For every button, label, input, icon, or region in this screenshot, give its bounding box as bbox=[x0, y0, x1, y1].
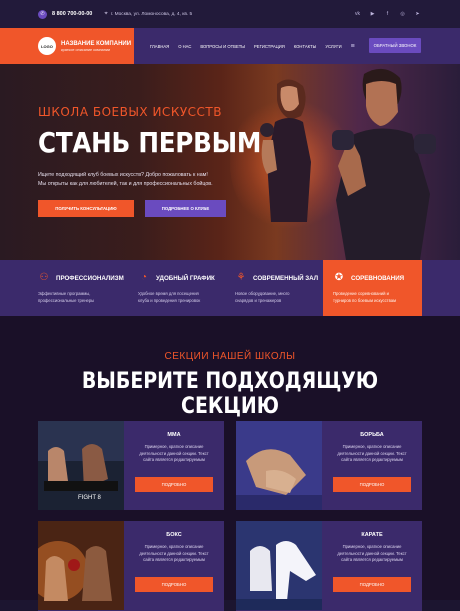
feature-description: Проведение соревнований и турниров по бое… bbox=[333, 291, 396, 303]
address: г. Москва, ул. Ломоносова, д. 4, кв. 5 bbox=[110, 11, 193, 17]
wrestling-photo bbox=[236, 421, 322, 510]
feature-gym: ⚘ СОВРЕМЕННЫЙ ЗАЛ Новое оборудование, мн… bbox=[235, 260, 331, 316]
youtube-icon[interactable]: ▶ bbox=[368, 10, 377, 19]
sections-title: ВЫБЕРИТЕ ПОДХОДЯЩУЮ СЕКЦИЮ bbox=[81, 369, 379, 419]
section-card-title: БОКС bbox=[166, 532, 182, 538]
section-card-boxing: БОКС Примерное, краткое описание деятельн… bbox=[38, 521, 224, 611]
top-bar: ✆ 8 800 700-00-00 ⌖ г. Москва, ул. Ломон… bbox=[0, 0, 460, 28]
phone-number[interactable]: 8 800 700-00-00 bbox=[52, 11, 92, 17]
location-pin-icon: ⌖ bbox=[104, 10, 108, 17]
section-card-description: Примерное, краткое описание деятельности … bbox=[337, 544, 407, 562]
menu-item-services[interactable]: УСЛУГИ bbox=[325, 44, 341, 49]
hero-title: СТАНЬ ПЕРВЫМ bbox=[38, 126, 262, 159]
section-card-more-button[interactable]: ПОДРОБНО bbox=[135, 477, 213, 492]
mma-photo-text: FIGHT 8 bbox=[78, 495, 102, 501]
callback-button[interactable]: ОБРАТНЫЙ ЗВОНОК bbox=[369, 38, 421, 53]
trainer-icon: ⚇ bbox=[39, 272, 49, 283]
section-card-more-button[interactable]: ПОДРОБНО bbox=[333, 577, 411, 592]
boxing-photo bbox=[38, 521, 124, 610]
company-tagline: краткое описание компании bbox=[61, 47, 111, 52]
section-card-more-button[interactable]: ПОДРОБНО bbox=[333, 477, 411, 492]
telegram-icon[interactable]: ➤ bbox=[413, 10, 422, 19]
sections-kicker: СЕКЦИИ НАШЕЙ ШКОЛЫ bbox=[164, 351, 296, 362]
section-card-description: Примерное, краткое описание деятельности … bbox=[139, 544, 209, 562]
hero-description: Ищете подходящий клуб боевых искусств? Д… bbox=[38, 171, 213, 189]
section-card-karate: КАРАТЕ Примерное, краткое описание деятел… bbox=[236, 521, 422, 611]
hero-man-fighter-image bbox=[332, 68, 436, 260]
facebook-icon[interactable]: f bbox=[383, 10, 392, 19]
hero-banner: ШКОЛА БОЕВЫХ ИСКУССТВ СТАНЬ ПЕРВЫМ Ищете… bbox=[0, 64, 460, 260]
hamburger-menu-icon[interactable]: ≡ bbox=[351, 43, 355, 50]
phone-icon: ✆ bbox=[38, 9, 47, 19]
feature-description: Удобное время для посещения клуба и прове… bbox=[138, 291, 201, 303]
mma-photo: FIGHT 8 bbox=[38, 421, 124, 510]
karate-photo bbox=[236, 521, 322, 610]
menu-item-faq[interactable]: ВОПРОСЫ И ОТВЕТЫ bbox=[200, 44, 245, 49]
vk-icon[interactable]: vk bbox=[353, 10, 362, 19]
hero-kicker: ШКОЛА БОЕВЫХ ИСКУССТВ bbox=[38, 105, 222, 119]
menu-item-home[interactable]: ГЛАВНАЯ bbox=[150, 44, 169, 49]
hero-description-line: Ищете подходящий клуб боевых искусств? Д… bbox=[38, 172, 208, 178]
hero-woman-fighter-image bbox=[260, 79, 311, 222]
section-card-title: ММА bbox=[167, 432, 181, 438]
feature-title: СОРЕВНОВАНИЯ bbox=[351, 275, 405, 282]
medal-icon: ✪ bbox=[334, 272, 344, 283]
logo[interactable]: LOGO bbox=[38, 37, 56, 55]
feature-schedule: ◔ УДОБНЫЙ ГРАФИК Удобное время для посещ… bbox=[138, 260, 234, 316]
section-card-description: Примерное, краткое описание деятельности … bbox=[337, 444, 407, 462]
hero-description-line: Мы открыты как для любителей, так и для … bbox=[38, 181, 213, 187]
feature-description: Эффективные программы, профессиональные т… bbox=[38, 291, 95, 303]
section-card-description: Примерное, краткое описание деятельности … bbox=[139, 444, 209, 462]
get-consultation-button[interactable]: ПОЛУЧИТЬ КОНСУЛЬТАЦИЮ bbox=[38, 200, 134, 217]
social-links: vk ▶ f ◎ ➤ bbox=[353, 10, 422, 19]
weightlifter-icon: ⚘ bbox=[236, 272, 246, 283]
feature-competitions: ✪ СОРЕВНОВАНИЯ Проведение соревнований и… bbox=[333, 260, 429, 316]
feature-title: СОВРЕМЕННЫЙ ЗАЛ bbox=[253, 275, 319, 282]
about-club-button[interactable]: ПОДРОБНЕЕ О КЛУБЕ bbox=[145, 200, 226, 217]
company-name: НАЗВАНИЕ КОМПАНИИ bbox=[61, 40, 132, 47]
main-navbar: LOGO НАЗВАНИЕ КОМПАНИИ краткое описание … bbox=[0, 28, 460, 64]
main-menu: ГЛАВНАЯ О НАС ВОПРОСЫ И ОТВЕТЫ РЕГИСТРАЦ… bbox=[150, 28, 355, 64]
stopwatch-icon: ◔ bbox=[140, 272, 148, 283]
instagram-icon[interactable]: ◎ bbox=[398, 10, 407, 19]
feature-title: УДОБНЫЙ ГРАФИК bbox=[156, 275, 215, 282]
section-card-title: БОРЬБА bbox=[360, 432, 384, 438]
feature-description: Новое оборудование, много снарядов и трен… bbox=[235, 291, 290, 303]
section-card-title: КАРАТЕ bbox=[361, 532, 383, 538]
section-card-mma: FIGHT 8 ММА Примерное, краткое описание д… bbox=[38, 421, 224, 510]
brand-block[interactable]: LOGO НАЗВАНИЕ КОМПАНИИ краткое описание … bbox=[0, 28, 134, 64]
feature-professionalism: ⚇ ПРОФЕССИОНАЛИЗМ Эффективные программы,… bbox=[38, 260, 134, 316]
menu-item-registration[interactable]: РЕГИСТРАЦИЯ bbox=[254, 44, 285, 49]
section-card-wrestling: БОРЬБА Примерное, краткое описание деятел… bbox=[236, 421, 422, 510]
menu-item-about[interactable]: О НАС bbox=[178, 44, 191, 49]
feature-title: ПРОФЕССИОНАЛИЗМ bbox=[56, 275, 124, 282]
section-card-more-button[interactable]: ПОДРОБНО bbox=[135, 577, 213, 592]
menu-item-contacts[interactable]: КОНТАКТЫ bbox=[294, 44, 317, 49]
